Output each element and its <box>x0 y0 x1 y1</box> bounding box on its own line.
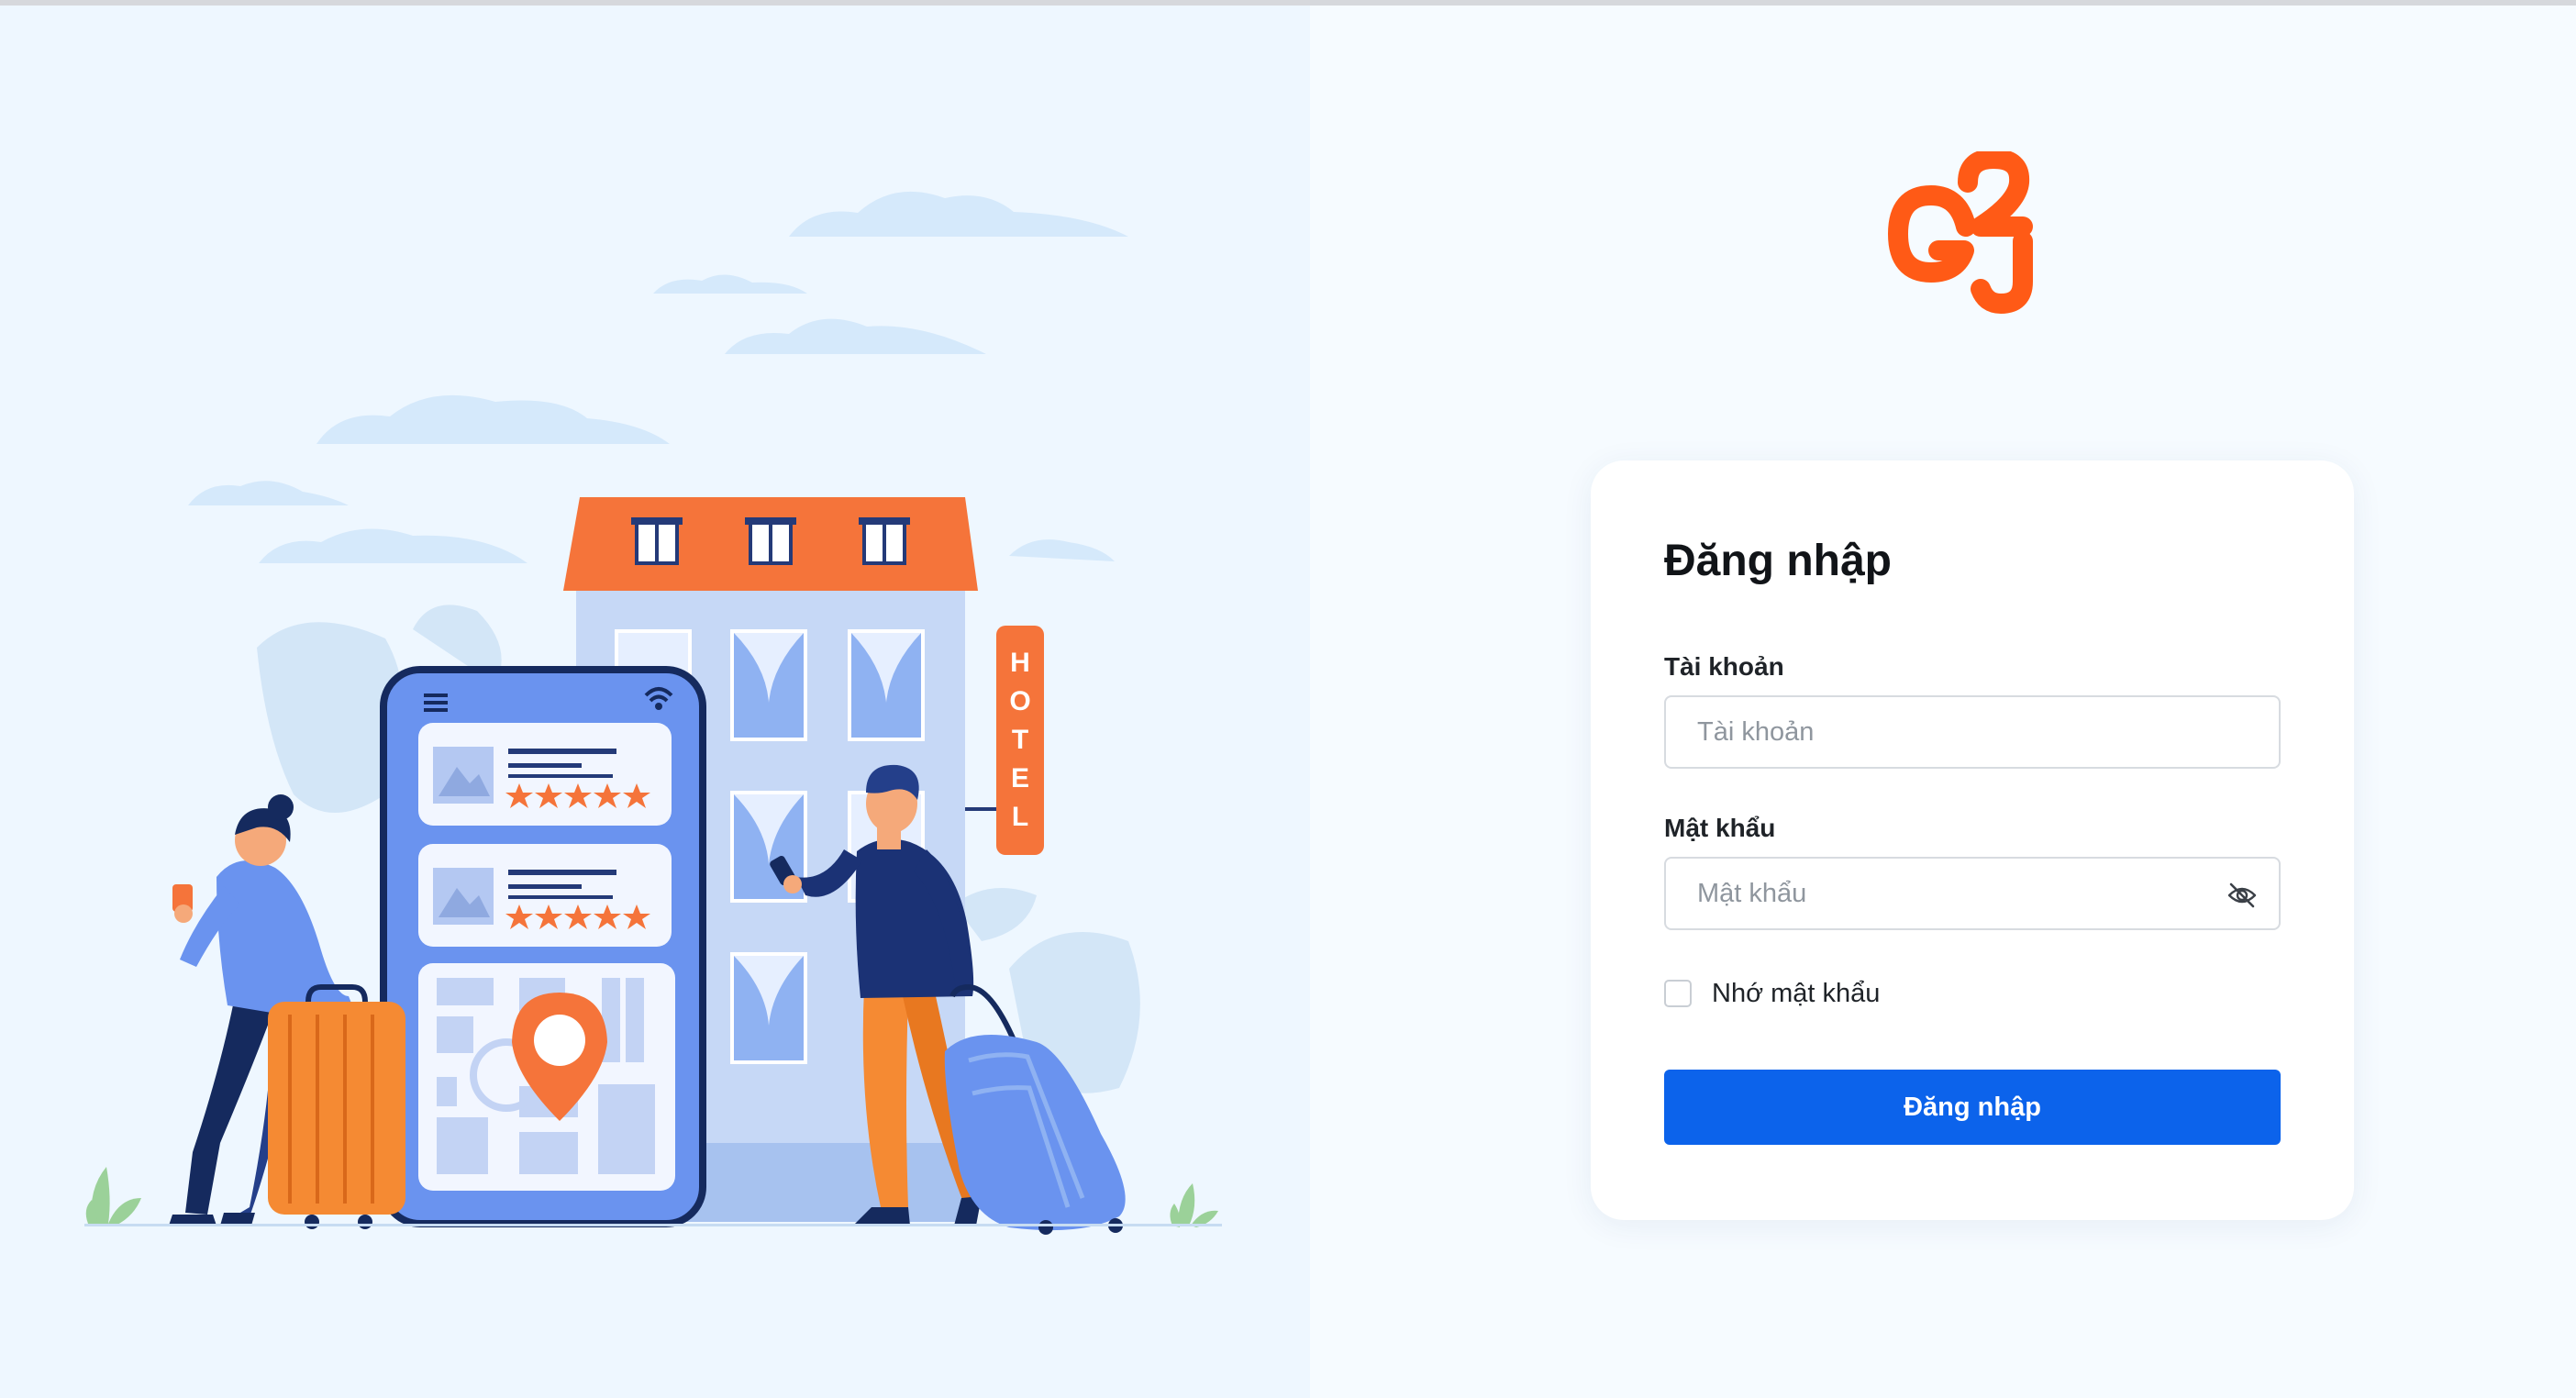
page-title: Đăng nhập <box>1664 537 1892 585</box>
login-button[interactable]: Đăng nhập <box>1664 1070 2281 1145</box>
username-input[interactable] <box>1666 697 2279 767</box>
hotel-sign-letter: T <box>1012 725 1028 755</box>
hotel-sign-letter: L <box>1012 802 1028 832</box>
remember-label: Nhớ mật khẩu <box>1712 978 1881 1008</box>
hotel-sign-letter: E <box>1011 763 1029 793</box>
hotel-sign-letter: H <box>1010 648 1030 678</box>
hotel-sign: H O T E L <box>1009 648 1030 832</box>
phone-illustration <box>380 666 706 1227</box>
hotel-sign-letter: O <box>1009 686 1030 716</box>
login-card: Đăng nhập Tài khoản Mật khẩu Nhớ mật khẩ… <box>1591 460 2354 1220</box>
travel-hotel-illustration: H O T E L <box>84 191 1222 1235</box>
password-field <box>1664 857 2281 930</box>
password-input[interactable] <box>1666 859 2279 928</box>
woman-traveler <box>169 794 405 1229</box>
username-field <box>1664 695 2281 769</box>
remember-checkbox[interactable] <box>1664 980 1692 1007</box>
password-label: Mật khẩu <box>1664 814 1776 842</box>
eye-off-icon[interactable] <box>2226 879 2259 912</box>
g2j-logo <box>1888 151 2033 314</box>
remember-me[interactable]: Nhớ mật khẩu <box>1664 977 1880 1010</box>
username-label: Tài khoản <box>1664 652 1784 681</box>
illustration-panel: H O T E L <box>0 6 1310 1398</box>
